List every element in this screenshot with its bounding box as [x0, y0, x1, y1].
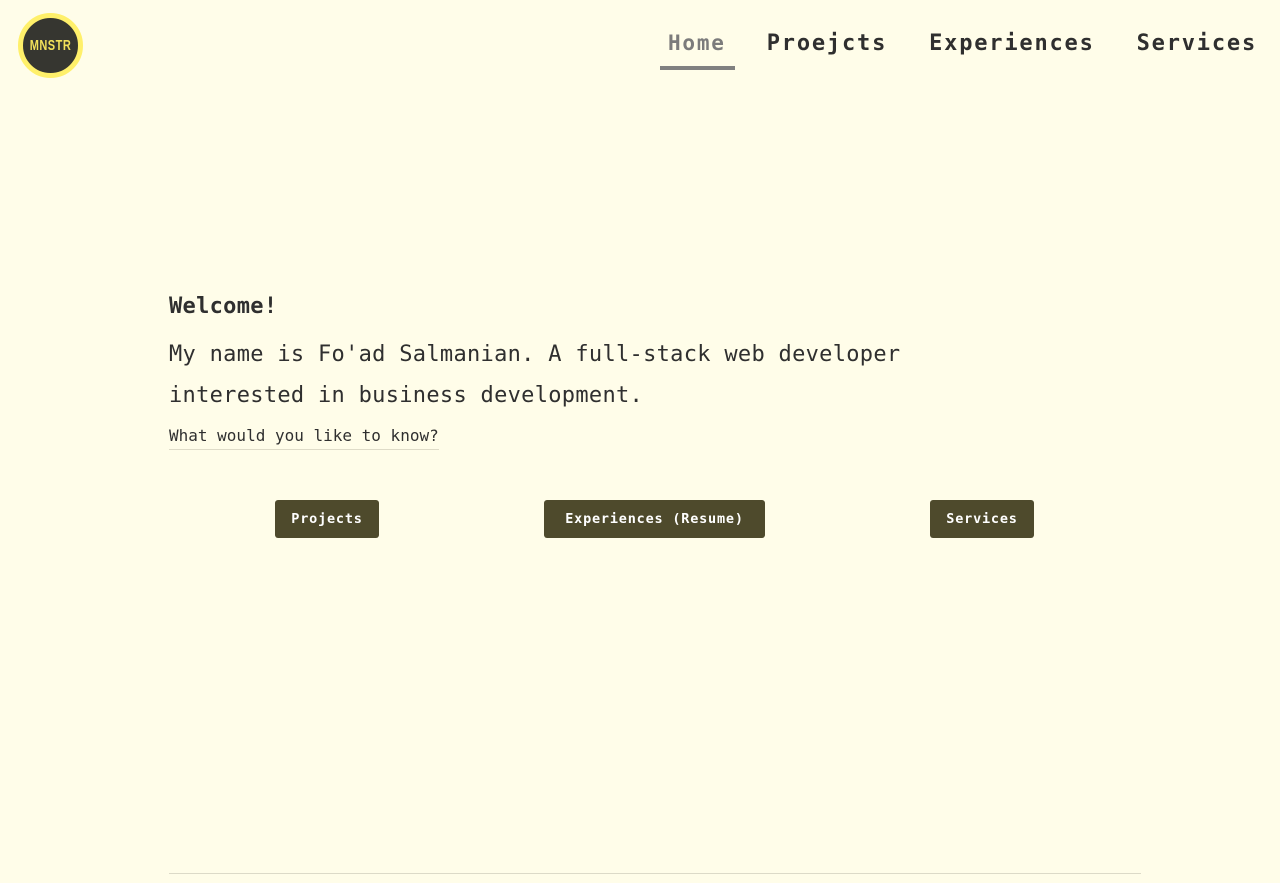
nav-item-experiences[interactable]: Experiences: [929, 26, 1095, 62]
logo[interactable]: MNSTR: [18, 13, 83, 78]
about-text: My name is Fo'ad Salmanian. A full-stack…: [169, 342, 901, 408]
question-text: What would you like to know?: [169, 426, 439, 450]
services-button[interactable]: Services: [930, 500, 1034, 538]
intro-section: Welcome! My name is Fo'ad Salmanian. A f…: [169, 291, 1069, 450]
nav-item-services[interactable]: Services: [1137, 26, 1257, 62]
main-nav: Home Proejcts Experiences Services: [659, 26, 1257, 70]
experiences-button[interactable]: Experiences (Resume): [544, 500, 765, 538]
logo-text: MNSTR: [29, 37, 72, 54]
welcome-heading: Welcome!: [169, 294, 278, 319]
page: MNSTR Home Proejcts Experiences Services…: [0, 0, 1280, 883]
nav-item-home[interactable]: Home: [659, 26, 735, 70]
projects-button[interactable]: Projects: [275, 500, 379, 538]
nav-item-projects[interactable]: Proejcts: [767, 26, 887, 62]
footer-divider: [169, 873, 1141, 874]
